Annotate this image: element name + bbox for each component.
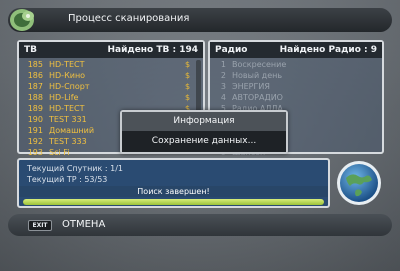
exit-key-icon[interactable]: EXIT <box>28 220 52 231</box>
radio-channel-name: Воскресение <box>232 60 287 69</box>
tv-panel-header: ТВ Найдено ТВ : 194 <box>19 42 203 58</box>
tv-channel-name: HD-ТЕСТ <box>49 60 85 69</box>
tv-channel-row[interactable]: 185 HD-ТЕСТ $ <box>19 59 203 70</box>
search-complete-text: Поиск завершен! <box>19 186 328 197</box>
radio-channel-name: АВТОРАДИО <box>232 93 283 102</box>
tv-found-count: Найдено ТВ : 194 <box>107 45 198 55</box>
page-title: Процесс сканирования <box>68 13 190 24</box>
tv-channel-number: 190 <box>27 115 43 124</box>
radio-found-count: Найдено Радио : 9 <box>279 45 377 55</box>
tv-channel-row[interactable]: 188 HD-Life $ <box>19 92 203 103</box>
radio-channel-number: 3 <box>220 82 226 91</box>
tv-channel-row[interactable]: 187 HD-Спорт $ <box>19 81 203 92</box>
scan-status-panel: Текущий Спутник : 1/1 Текущий ТР : 53/53… <box>17 158 330 208</box>
radio-channel-row[interactable]: 1 Воскресение <box>210 59 382 70</box>
tv-channel-name: HD-Спорт <box>49 82 90 91</box>
globe-icon <box>337 161 381 205</box>
tv-panel-label: ТВ <box>24 45 37 55</box>
tv-channel-number: 187 <box>27 82 43 91</box>
current-satellite: Текущий Спутник : 1/1 <box>27 164 123 173</box>
footer-bar: EXIT ОТМЕНА <box>8 214 392 236</box>
tv-channel-number: 186 <box>27 71 43 80</box>
radio-panel-label: Радио <box>215 45 248 55</box>
radio-channel-row[interactable]: 2 Новый день <box>210 70 382 81</box>
radio-panel-header: Радио Найдено Радио : 9 <box>210 42 382 58</box>
tv-channel-number: 193 <box>27 148 43 157</box>
tv-channel-name: HD-Кино <box>49 71 86 80</box>
satellite-dish-icon <box>10 9 34 31</box>
radio-channel-name: Новый день <box>232 71 283 80</box>
scan-progress-fill <box>23 199 324 205</box>
dialog-title: Информация <box>122 112 286 131</box>
radio-channel-row[interactable]: 3 ЭНЕРГИЯ <box>210 81 382 92</box>
radio-channel-number: 4 <box>220 93 226 102</box>
tv-channel-number: 188 <box>27 93 43 102</box>
tv-channel-name: HD-Life <box>49 93 79 102</box>
cancel-button[interactable]: ОТМЕНА <box>62 219 105 230</box>
title-bar: Процесс сканирования <box>8 8 392 32</box>
scan-progress-bar <box>23 199 324 205</box>
dialog-message: Сохранение данных... <box>122 131 286 152</box>
radio-channel-row[interactable]: 4 АВТОРАДИО <box>210 92 382 103</box>
tv-channel-number: 185 <box>27 60 43 69</box>
radio-channel-number: 2 <box>220 71 226 80</box>
current-transponder: Текущий ТР : 53/53 <box>27 175 108 184</box>
radio-channel-number: 1 <box>220 60 226 69</box>
tv-channel-number: 191 <box>27 126 43 135</box>
info-dialog: Информация Сохранение данных... <box>120 110 288 154</box>
tv-channel-number: 189 <box>27 104 43 113</box>
radio-channel-name: ЭНЕРГИЯ <box>232 82 270 91</box>
tv-channel-number: 192 <box>27 137 43 146</box>
tv-channel-row[interactable]: 186 HD-Кино $ <box>19 70 203 81</box>
